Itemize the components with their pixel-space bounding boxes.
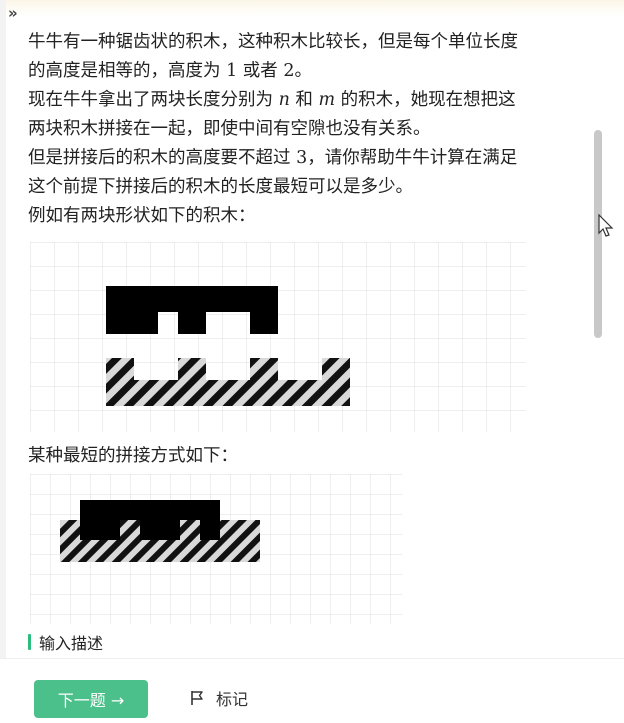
black-block bbox=[106, 286, 278, 334]
math-variable: m bbox=[318, 90, 336, 110]
next-question-button[interactable]: 下一题 → bbox=[34, 680, 148, 718]
next-question-label: 下一题 → bbox=[57, 691, 125, 710]
problem-description: 牛牛有一种锯齿状的积木，这种积木比较长，但是每个单位长度 的高度是相等的，高度为… bbox=[28, 28, 588, 231]
mouse-pointer-icon bbox=[598, 214, 614, 237]
text: 和 bbox=[289, 90, 319, 110]
input-description-header: 输入描述 bbox=[28, 630, 103, 654]
math-value: 1 bbox=[226, 61, 238, 81]
combined-blocks-figure bbox=[30, 474, 402, 624]
text: ，请你帮助牛牛计算在满足 bbox=[307, 148, 518, 168]
text: 例如有两块形状如下的积木： bbox=[28, 206, 256, 226]
mark-label: 标记 bbox=[216, 690, 249, 709]
text: 但是拼接后的积木的高度要不超过 bbox=[28, 148, 297, 168]
math-value: 2 bbox=[283, 61, 295, 81]
flag-icon bbox=[191, 691, 203, 705]
problem-line: 现在牛牛拿出了两块长度分别为 n 和 m 的积木，她现在想把这 bbox=[28, 86, 588, 115]
expand-panel-icon[interactable]: » bbox=[8, 4, 18, 22]
problem-line: 例如有两块形状如下的积木： bbox=[28, 202, 588, 231]
problem-line: 这个前提下拼接后的积木的长度最短可以是多少。 bbox=[28, 173, 588, 202]
problem-line: 的高度是相等的，高度为 1 或者 2。 bbox=[28, 57, 588, 86]
problem-line: 两块积木拼接在一起，即使中间有空隙也没有关系。 bbox=[28, 115, 588, 144]
text: 两块积木拼接在一起，即使中间有空隙也没有关系。 bbox=[28, 119, 431, 139]
text: 某种最短的拼接方式如下： bbox=[28, 446, 238, 466]
math-variable: n bbox=[278, 90, 290, 110]
text: 。 bbox=[294, 61, 312, 81]
left-rail bbox=[0, 0, 6, 722]
text: 的高度是相等的，高度为 bbox=[28, 61, 227, 81]
text: 现在牛牛拿出了两块长度分别为 bbox=[28, 90, 279, 110]
mark-button[interactable]: 标记 bbox=[190, 686, 248, 710]
text: 或者 bbox=[237, 61, 284, 81]
text: 的积木，她现在想把这 bbox=[335, 90, 516, 110]
top-strip bbox=[0, 0, 624, 16]
example-blocks-figure bbox=[30, 242, 526, 432]
section-accent-bar bbox=[28, 634, 31, 650]
problem-line: 某种最短的拼接方式如下： bbox=[28, 442, 238, 471]
section-title: 输入描述 bbox=[39, 634, 104, 653]
problem-line: 但是拼接后的积木的高度要不超过 3，请你帮助牛牛计算在满足 bbox=[28, 144, 588, 173]
text: 牛牛有一种锯齿状的积木，这种积木比较长，但是每个单位长度 bbox=[28, 32, 518, 52]
text: 这个前提下拼接后的积木的长度最短可以是多少。 bbox=[28, 177, 413, 197]
problem-line: 牛牛有一种锯齿状的积木，这种积木比较长，但是每个单位长度 bbox=[28, 28, 588, 57]
math-value: 3 bbox=[296, 148, 308, 168]
